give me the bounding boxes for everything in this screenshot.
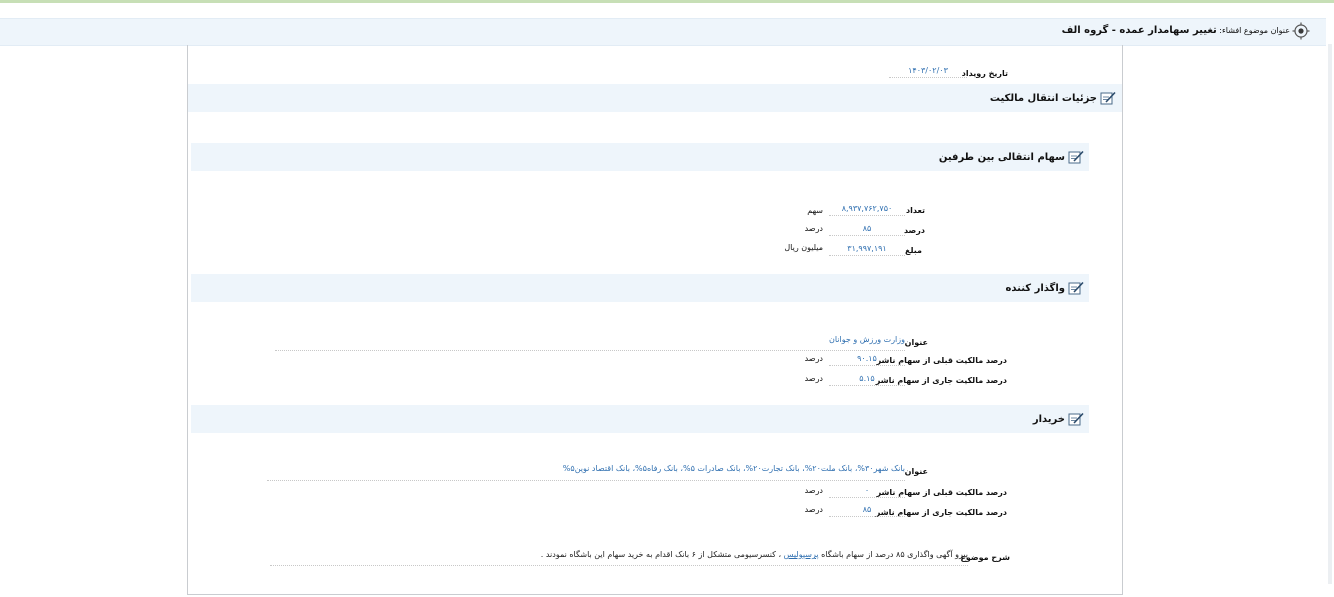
seller-name-label: عنوان bbox=[904, 338, 928, 347]
shares-amount-unit: میلیون ریال bbox=[784, 243, 823, 252]
description-text-after: ، کنسرسیومی متشکل از ۶ بانک اقدام به خری… bbox=[540, 550, 782, 559]
seller-curr-unit: درصد bbox=[804, 374, 823, 383]
edit-note-icon bbox=[1068, 150, 1084, 164]
buyer-prev-unit: درصد bbox=[804, 486, 823, 495]
edit-note-icon bbox=[1068, 412, 1084, 426]
title-bar: عنوان موضوع افشاء: تغییر سهامدار عمده - … bbox=[0, 18, 1326, 46]
buyer-name-value: بانک شهر۳۰%، بانک ملت۲۰%، بانک تجارت۲۰%،… bbox=[562, 464, 905, 473]
shares-amount-value: ۳۱,۹۹۷,۱۹۱ bbox=[829, 242, 905, 256]
seller-name-underline bbox=[275, 349, 905, 351]
buyer-prev-value: ۰ bbox=[829, 484, 905, 498]
seller-prev-unit: درصد bbox=[804, 354, 823, 363]
edit-note-icon bbox=[1100, 91, 1116, 105]
event-date-value: ۱۴۰۳/۰۲/۰۳ bbox=[889, 64, 967, 78]
section-shares-title: سهام انتقالی بین طرفین bbox=[939, 150, 1084, 164]
page-title: عنوان موضوع افشاء: تغییر سهامدار عمده - … bbox=[1062, 25, 1290, 36]
section-seller-title: واگذار کننده bbox=[1005, 281, 1084, 295]
section-buyer-header: خریدار bbox=[191, 405, 1089, 433]
section-buyer-label: خریدار bbox=[1032, 413, 1065, 425]
section-ownership-header: جزئیات انتقال مالکیت bbox=[188, 84, 1122, 112]
buyer-curr-unit: درصد bbox=[804, 505, 823, 514]
buyer-name-underline bbox=[267, 479, 905, 481]
page-title-prefix: عنوان موضوع افشاء: bbox=[1219, 26, 1290, 35]
shares-amount-label: مبلغ bbox=[905, 246, 922, 255]
target-icon bbox=[1292, 22, 1310, 40]
shares-count-value: ۸,۹۳۷,۷۶۲,۷۵۰ bbox=[829, 202, 905, 216]
section-seller-header: واگذار کننده bbox=[191, 274, 1089, 302]
description-link[interactable]: پرسپولیس bbox=[784, 550, 819, 559]
seller-name-value: وزارت ورزش و جوانان bbox=[828, 335, 905, 344]
shares-count-unit: سهم bbox=[807, 206, 823, 215]
section-shares-header: سهام انتقالی بین طرفین bbox=[191, 143, 1089, 171]
description-text-before: پیرو آگهی واگذاری ۸۵ درصد از سهام باشگاه bbox=[821, 550, 968, 559]
event-date-label: تاریخ رویداد bbox=[961, 69, 1008, 78]
section-seller-label: واگذار کننده bbox=[1005, 282, 1065, 294]
edit-note-icon bbox=[1068, 281, 1084, 295]
buyer-curr-value: ۸۵ bbox=[829, 503, 905, 517]
description-text: پیرو آگهی واگذاری ۸۵ درصد از سهام باشگاه… bbox=[541, 550, 968, 559]
description-underline bbox=[270, 564, 968, 566]
shares-percent-label: درصد bbox=[903, 226, 925, 235]
page-title-text: تغییر سهامدار عمده - گروه الف bbox=[1061, 25, 1217, 36]
section-buyer-title: خریدار bbox=[1033, 412, 1084, 426]
section-shares-label: سهام انتقالی بین طرفین bbox=[938, 151, 1065, 163]
buyer-name-label: عنوان bbox=[904, 467, 928, 476]
shares-count-label: تعداد bbox=[906, 206, 925, 215]
section-ownership-title: جزئیات انتقال مالکیت bbox=[990, 91, 1116, 105]
seller-prev-value: ۹۰.۱۵ bbox=[829, 352, 905, 366]
shares-percent-unit: درصد bbox=[804, 224, 823, 233]
shares-percent-value: ۸۵ bbox=[829, 222, 905, 236]
scrollbar[interactable] bbox=[1328, 44, 1332, 584]
seller-curr-value: ۵.۱۵ bbox=[829, 372, 905, 386]
section-ownership-label: جزئیات انتقال مالکیت bbox=[989, 92, 1097, 104]
top-accent-line bbox=[0, 0, 1334, 3]
